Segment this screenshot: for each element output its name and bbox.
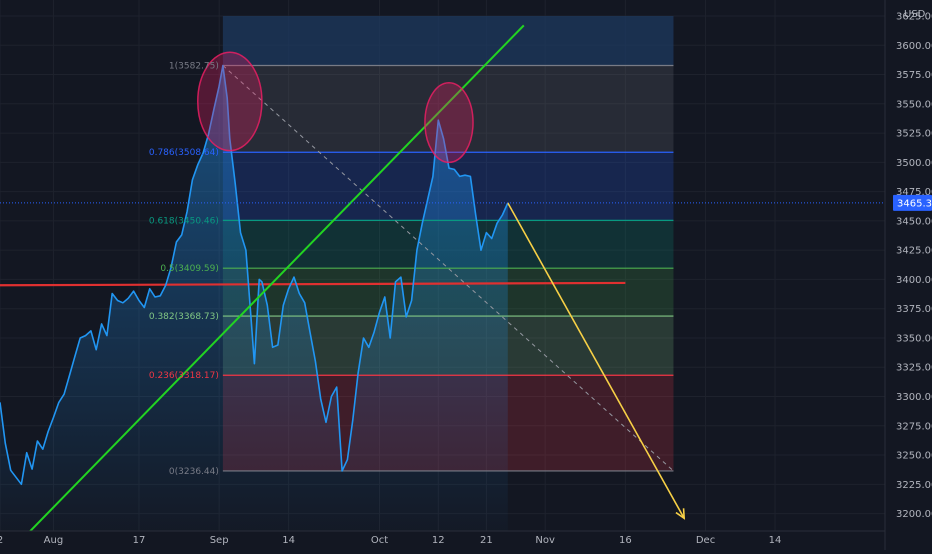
y-tick-label: 3250.00	[896, 451, 932, 462]
y-tick-label: 3525.00	[896, 129, 932, 140]
y-tick-label: 3575.00	[896, 70, 932, 81]
last-price-value: 3465.39	[897, 198, 932, 209]
x-tick-label: 2	[0, 535, 3, 546]
x-tick-label: Nov	[535, 535, 555, 546]
x-tick-label: Oct	[371, 535, 388, 546]
chart-canvas[interactable]: 1(3582.75) 0.786(3508.64) 0.618(3450.46) 0.…	[0, 0, 932, 550]
y-tick-label: 3275.00	[896, 421, 932, 432]
y-tick-label: 3225.00	[896, 480, 932, 491]
fib-level-label: 0.236(3318.17)	[149, 371, 219, 381]
y-tick-label: 3350.00	[896, 333, 932, 344]
x-tick-label: Dec	[696, 535, 715, 546]
fib-extension-zone	[222, 16, 674, 66]
y-tick-label: 3200.00	[896, 509, 932, 520]
y-tick-label: 3400.00	[896, 275, 932, 286]
x-tick-label: 12	[432, 535, 445, 546]
x-tick-label: 21	[480, 535, 493, 546]
y-tick-label: 3550.00	[896, 99, 932, 110]
fib-level-label: 0.618(3450.46)	[149, 216, 219, 226]
y-tick-label: 3450.00	[896, 216, 932, 227]
price-chart[interactable]: 1(3582.75) 0.786(3508.64) 0.618(3450.46) 0.…	[0, 0, 932, 550]
fib-level-label: 1(3582.75)	[169, 61, 219, 71]
y-tick-label: 3325.00	[896, 363, 932, 374]
fib-level-label: 0.786(3508.64)	[149, 148, 219, 158]
currency-label: USD	[904, 9, 926, 20]
x-tick-label: Aug	[44, 535, 64, 546]
highlight-circle[interactable]	[424, 81, 474, 164]
x-tick-label: 16	[619, 535, 632, 546]
fib-level-label: 0(3236.44)	[169, 467, 219, 477]
x-tick-label: Sep	[210, 535, 229, 546]
y-tick-label: 3300.00	[896, 392, 932, 403]
fib-level-label: 0.382(3368.73)	[149, 312, 219, 322]
fib-level-label: 0.5(3409.59)	[160, 264, 219, 274]
x-tick-label: 17	[133, 535, 146, 546]
y-tick-label: 3500.00	[896, 158, 932, 169]
x-tick-label: 14	[282, 535, 295, 546]
y-tick-label: 3375.00	[896, 304, 932, 315]
y-tick-label: 3600.00	[896, 41, 932, 52]
y-tick-label: 3425.00	[896, 246, 932, 257]
x-tick-label: 14	[769, 535, 782, 546]
